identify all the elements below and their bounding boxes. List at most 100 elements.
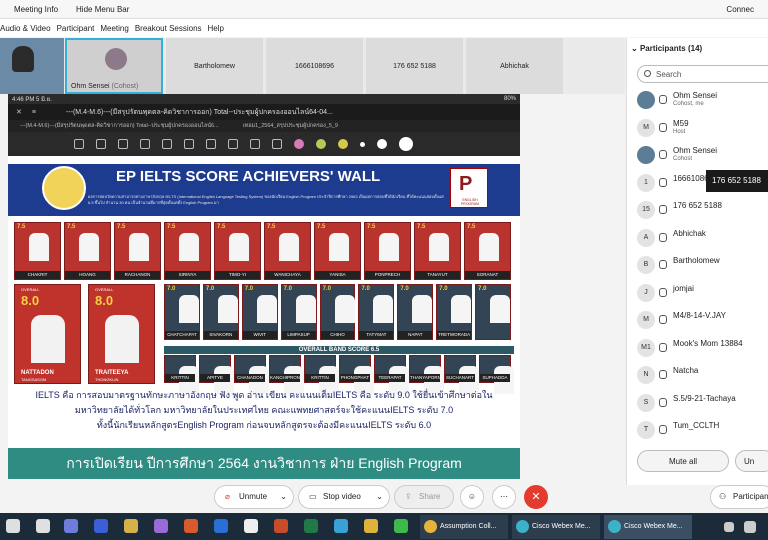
menu-help[interactable]: Help bbox=[208, 24, 224, 33]
shared-annotation-toolbar bbox=[8, 132, 520, 156]
comment-icon bbox=[184, 139, 194, 149]
participant-row[interactable]: S S.5/9-21-Tachaya bbox=[637, 392, 768, 414]
start-icon[interactable] bbox=[6, 519, 20, 533]
participant-row[interactable]: M M59 Host bbox=[637, 117, 768, 139]
poster-title: EP IELTS SCORE ACHIEVERS' WALL bbox=[116, 168, 381, 185]
poster-header: EP IELTS SCORE ACHIEVERS' WALL ผลการสอบว… bbox=[8, 164, 520, 216]
share-button[interactable]: ⇪ Share bbox=[394, 485, 454, 509]
search-icon bbox=[644, 70, 651, 77]
reactions-button[interactable]: ☺ bbox=[460, 485, 484, 509]
participant-row[interactable]: M1 Mook's Mom 13884 bbox=[637, 337, 768, 359]
word-icon[interactable] bbox=[214, 519, 228, 533]
unmute-all-button[interactable]: Un bbox=[735, 450, 768, 472]
participant-search-input[interactable]: Search bbox=[637, 65, 768, 83]
participant-row[interactable]: A Abhichak bbox=[637, 227, 768, 249]
person-icon: ⚇ bbox=[719, 492, 727, 501]
student-score: 7.5 bbox=[67, 224, 76, 230]
avatar: M1 bbox=[637, 338, 655, 357]
participant-row[interactable]: Ohm Sensei Cohost bbox=[637, 144, 768, 166]
top-score: 8.0 bbox=[95, 293, 114, 308]
network-icon[interactable] bbox=[64, 519, 78, 533]
participant-row[interactable]: Jjomjai bbox=[637, 282, 768, 304]
participant-row[interactable]: Ohm Sensei Cohost, me bbox=[637, 89, 768, 111]
self-video-tile[interactable] bbox=[0, 38, 64, 94]
color-swatch bbox=[316, 139, 326, 149]
participants-panel: ⌄ Participants (14) Search Ohm Sensei Coh… bbox=[626, 38, 768, 485]
video-tile[interactable]: Bartholomew bbox=[166, 38, 263, 94]
app-icon[interactable] bbox=[184, 519, 198, 533]
avatar bbox=[637, 146, 655, 164]
taskbar-webex[interactable]: Cisco Webex Me... bbox=[604, 515, 692, 539]
powerpoint-icon[interactable] bbox=[274, 519, 288, 533]
mute-all-button[interactable]: Mute all bbox=[637, 450, 729, 472]
video-tile[interactable]: 176 652 5188 bbox=[366, 38, 463, 94]
shared-doc-title-bar: ✕ ≡ ---(M.4-M.6)---(มีสรุปรัตนพุดตล-คิดว… bbox=[8, 104, 520, 120]
participant-row[interactable]: M M4/8-14-V.JAY bbox=[637, 309, 768, 331]
student-name: CHAKRIT bbox=[15, 271, 60, 279]
participant-row[interactable]: B Bartholomew bbox=[637, 254, 768, 276]
student-name: KRITTIN bbox=[165, 374, 195, 382]
share-icon: ⇪ bbox=[405, 492, 412, 501]
active-speaker-tile[interactable]: Ohm Sensei (Cohost) bbox=[65, 38, 163, 94]
student-card: 7.5 PONPRECH bbox=[364, 222, 411, 280]
hide-menu-bar-button[interactable]: Hide Menu Bar bbox=[76, 5, 129, 14]
menu-audio-video[interactable]: Audio & Video bbox=[0, 24, 51, 33]
color-swatch bbox=[338, 139, 348, 149]
self-avatar bbox=[12, 46, 34, 72]
unmute-button[interactable]: ⌀ Unmute ⌄ bbox=[214, 485, 294, 509]
participant-row[interactable]: 15 176 652 5188 bbox=[637, 199, 768, 221]
app-icon[interactable] bbox=[334, 519, 348, 533]
taskbar-webex[interactable]: Cisco Webex Me... bbox=[512, 515, 600, 539]
more-button[interactable]: ⋯ bbox=[492, 485, 516, 509]
app-icon[interactable] bbox=[154, 519, 168, 533]
menu-breakout-sessions[interactable]: Breakout Sessions bbox=[135, 24, 202, 33]
menu-meeting[interactable]: Meeting bbox=[100, 24, 128, 33]
app-icon[interactable] bbox=[244, 519, 258, 533]
network-icon[interactable] bbox=[744, 521, 756, 533]
camera-icon: ▭ bbox=[309, 492, 317, 501]
participant-tooltip: 176 652 5188 bbox=[706, 170, 768, 192]
gamepad-icon[interactable] bbox=[36, 519, 50, 533]
student-score: 7.5 bbox=[467, 224, 476, 230]
participant-row[interactable]: T Tum_CCLTH bbox=[637, 419, 768, 441]
student-name: WANICHAYA bbox=[265, 271, 310, 279]
participants-header[interactable]: ⌄ Participants (14) bbox=[631, 44, 702, 53]
meeting-info-button[interactable]: Meeting Info bbox=[4, 5, 58, 14]
folder-icon[interactable] bbox=[124, 519, 138, 533]
line-icon[interactable] bbox=[394, 519, 408, 533]
video-tile[interactable]: Abhichak bbox=[466, 38, 563, 94]
link-icon bbox=[272, 139, 282, 149]
leave-button[interactable]: ✕ bbox=[524, 485, 548, 509]
student-card: 7.0 NAPAT bbox=[397, 284, 434, 340]
excel-icon[interactable] bbox=[304, 519, 318, 533]
student-name: CHANADON bbox=[235, 374, 265, 382]
app-icon[interactable] bbox=[94, 519, 108, 533]
student-photo bbox=[179, 295, 199, 323]
meeting-controls: ⌀ Unmute ⌄ ▭ Stop video ⌄ ⇪ Share ☺ ⋯ ✕ … bbox=[0, 485, 768, 509]
video-tile[interactable]: 1666108696 bbox=[266, 38, 363, 94]
shared-doc-tabs: ---(M.4-M.6)---(มีสรุปรัตนพุดตล-คิดวิชาก… bbox=[8, 120, 520, 132]
taskbar-label: Cisco Webex Me... bbox=[532, 523, 591, 530]
participants-button[interactable]: ⚇ Participan bbox=[710, 485, 768, 509]
menu-participant[interactable]: Participant bbox=[57, 24, 95, 33]
student-card: 7.0 TRETWORADA bbox=[436, 284, 473, 340]
student-card: 7.5 SIRINYA bbox=[164, 222, 211, 280]
stop-video-button[interactable]: ▭ Stop video ⌄ bbox=[298, 485, 390, 509]
poster-footer-banner: การเปิดเรียน ปีการศึกษา 2564 งานวิชาการ … bbox=[8, 448, 520, 479]
student-card: THANYAPORN bbox=[409, 355, 444, 394]
student-card: KANCHIPRON bbox=[269, 355, 304, 394]
app-icon[interactable] bbox=[364, 519, 378, 533]
student-photo bbox=[490, 295, 511, 323]
avatar: T bbox=[637, 421, 655, 439]
band-score-label: OVERALL BAND SCORE 6.5 bbox=[164, 346, 514, 354]
student-score: 7.0 bbox=[244, 286, 254, 292]
chrome-icon bbox=[424, 520, 437, 533]
share-label: Share bbox=[419, 492, 441, 501]
participant-row[interactable]: N Natcha bbox=[637, 364, 768, 386]
student-name: SUPHADDA bbox=[480, 374, 510, 382]
student-card: 7.5 YANISA bbox=[314, 222, 361, 280]
chevron-up-icon[interactable] bbox=[724, 522, 734, 532]
taskbar-chrome[interactable]: Assumption Coll... bbox=[420, 515, 508, 539]
student-name: TRETWORADA bbox=[437, 331, 472, 339]
student-photo bbox=[429, 233, 449, 261]
